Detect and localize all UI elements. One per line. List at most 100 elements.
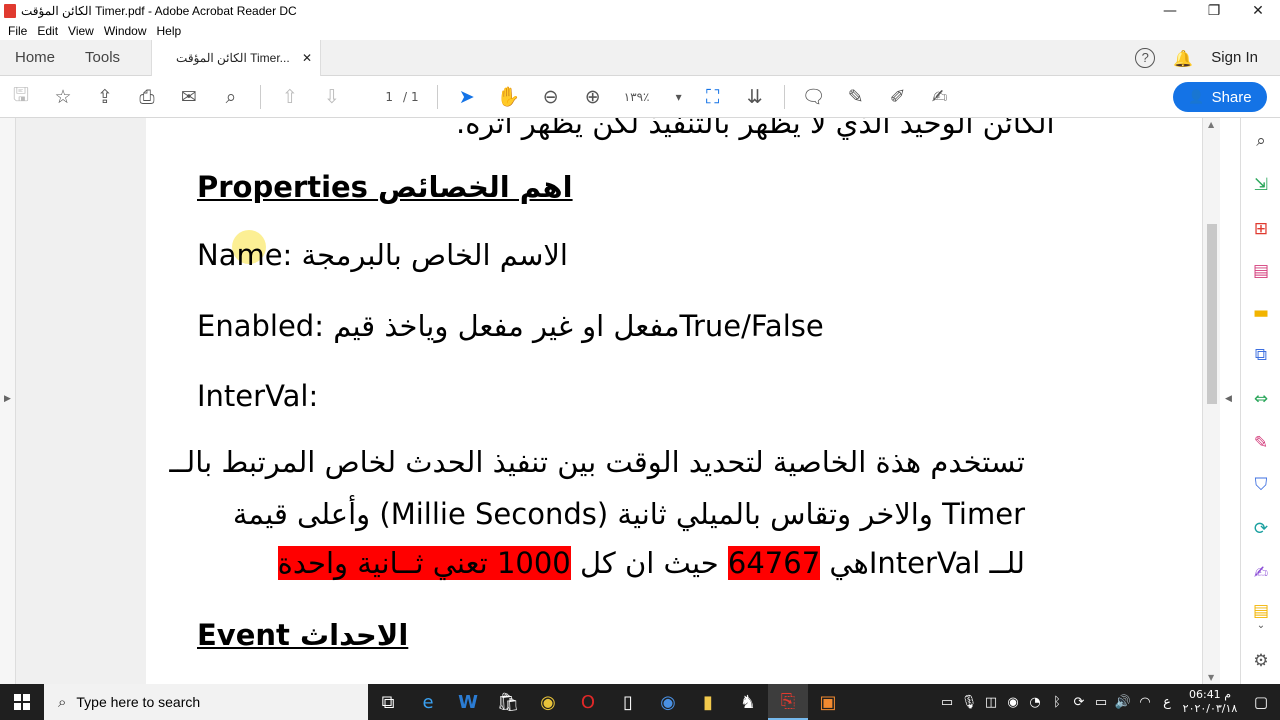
menu-file[interactable]: File [8, 24, 27, 38]
create-pdf-icon[interactable]: ⊞ [1250, 218, 1272, 240]
bluetooth-icon[interactable]: ᛒ [1046, 695, 1068, 710]
sticky-notes-icon[interactable]: ▮ [688, 684, 728, 720]
tray-sync-icon[interactable]: ⟳ [1068, 695, 1090, 710]
edge-browser-icon[interactable]: e [408, 684, 448, 720]
zoom-value: ١٣٩٪ [623, 89, 650, 104]
maximize-button[interactable]: ❐ [1192, 0, 1236, 22]
interval-paragraph-line-2: Timer والاخر وتقاس بالميلي ثانية (Millie… [232, 497, 1025, 531]
share-button[interactable]: 👤 Share [1173, 82, 1267, 112]
window-title: الكائن المؤقت Timer.pdf - Adobe Acrobat … [21, 4, 297, 18]
word-app-icon[interactable]: W [448, 684, 488, 720]
game-app-icon[interactable]: ♞ [728, 684, 768, 720]
chrome-browser-icon[interactable]: ◉ [528, 684, 568, 720]
zoom-out-icon[interactable]: ⊖ [530, 76, 572, 118]
page-number-input[interactable]: 1 [363, 90, 393, 104]
upload-cloud-icon[interactable]: ⇪ [84, 76, 126, 118]
find-zoom-icon[interactable]: ⌕ [1250, 130, 1272, 152]
compress-pdf-icon[interactable]: ⇔ [1250, 388, 1272, 410]
comment-tool-icon[interactable]: ▬ [1250, 302, 1272, 324]
vertical-scrollbar[interactable]: ▲ ▼ [1202, 118, 1220, 684]
notification-center-icon[interactable]: ▢ [1242, 693, 1280, 711]
menu-help[interactable]: Help [157, 24, 182, 38]
sign-in-link[interactable]: Sign In [1211, 49, 1258, 66]
scroll-mode-icon[interactable]: ⇊ [734, 76, 776, 118]
chevron-down-icon: ▾ [675, 89, 682, 104]
bookmark-star-icon[interactable]: ☆ [42, 76, 84, 118]
menu-edit[interactable]: Edit [37, 24, 58, 38]
tray-app-icon[interactable]: ▭ [936, 695, 958, 710]
close-tab-icon[interactable]: ✕ [302, 51, 312, 65]
tab-document[interactable]: الكائن المؤقت Timer... ✕ [151, 39, 322, 76]
taskbar-search-box[interactable]: ⌕ Type here to search [44, 684, 368, 720]
scrollbar-thumb[interactable] [1207, 224, 1217, 404]
help-icon[interactable]: ? [1135, 47, 1156, 68]
clock[interactable]: 06:41 م ٢٠٢٠/٠٣/١٨ [1178, 688, 1242, 716]
volume-icon[interactable]: 🔊 [1112, 695, 1134, 710]
recorder-app-icon[interactable]: ▣ [808, 684, 848, 720]
microphone-icon[interactable]: 🎙 [958, 695, 980, 710]
task-view-icon[interactable]: ⧉ [368, 684, 408, 720]
interval-label: InterVal: [197, 379, 319, 413]
enabled-description: Enabled: مفعل او غير مفعل وياخذ قيم [197, 309, 680, 343]
scroll-down-arrow-icon[interactable]: ▼ [1208, 673, 1214, 682]
zoom-dropdown[interactable]: ١٣٩٪ ▾ [624, 90, 682, 104]
print-icon[interactable]: ⎙ [126, 76, 168, 118]
acrobat-reader-taskbar-icon[interactable]: ⎘ [768, 684, 808, 720]
select-cursor-icon[interactable]: ➤ [446, 76, 488, 118]
document-viewport[interactable]: الكائن الوحيد الذي لا يظهر بالتنفيذ لكن … [16, 118, 1202, 684]
start-button[interactable] [0, 684, 44, 720]
comment-icon[interactable]: 🗨 [793, 76, 835, 118]
tray-browser-icon[interactable]: ◔ [1024, 695, 1046, 710]
system-tray: ▭ 🎙 ◫ ◉ ◔ ᛒ ⟳ ▭ 🔊 ◠ ع 06:41 م ٢٠٢٠/٠٣/١٨… [936, 684, 1280, 720]
chrome-profile-icon[interactable]: ◉ [648, 684, 688, 720]
store-app-icon[interactable]: 🛍 [488, 684, 528, 720]
menu-view[interactable]: View [68, 24, 94, 38]
combine-files-icon[interactable]: ⧉ [1250, 344, 1272, 366]
notification-bell-icon[interactable]: 🔔 [1173, 49, 1193, 68]
fill-sign-tool-icon[interactable]: ✎ [1250, 432, 1272, 454]
customize-panel-icon[interactable]: ⚙ [1250, 650, 1272, 672]
protect-shield-icon[interactable]: ⛉ [1250, 474, 1272, 496]
minimize-button[interactable]: — [1148, 0, 1192, 22]
right-pane-toggle[interactable]: ◀ [1220, 118, 1240, 684]
toolbar-divider [783, 84, 785, 109]
panel-scroll-down-icon[interactable]: ⌄ [1250, 614, 1272, 636]
battery-icon[interactable]: ▭ [1090, 695, 1112, 710]
scroll-up-arrow-icon[interactable]: ▲ [1208, 120, 1214, 129]
email-icon[interactable]: ✉ [168, 76, 210, 118]
title-bar: الكائن المؤقت Timer.pdf - Adobe Acrobat … [0, 0, 1280, 22]
save-icon[interactable]: 🖫 [0, 76, 42, 118]
close-window-button[interactable]: ✕ [1236, 0, 1280, 22]
tab-tools[interactable]: Tools [70, 40, 135, 76]
hand-tool-icon[interactable]: ✋ [488, 76, 530, 118]
menu-window[interactable]: Window [104, 24, 147, 38]
taskbar-search-placeholder: Type here to search [76, 694, 201, 710]
collapse-left-icon: ◀ [1225, 394, 1232, 404]
next-page-icon[interactable]: ⇩ [311, 76, 353, 118]
tab-home[interactable]: Home [0, 40, 70, 76]
left-pane-toggle[interactable]: ▶ [0, 118, 16, 684]
screen-capture-icon[interactable]: ◫ [980, 695, 1002, 710]
request-signature-icon[interactable]: ✍ [1250, 562, 1272, 584]
camera-icon[interactable]: ◉ [1002, 695, 1024, 710]
doc-line-top: الكائن الوحيد الذي لا يظهر بالتنفيذ لكن … [456, 118, 1055, 140]
toolbar-divider [260, 84, 261, 109]
organize-pages-icon[interactable]: ▤ [1250, 260, 1272, 282]
windows-taskbar: ⌕ Type here to search ⧉ e W 🛍 ◉ O ▯ ◉ ▮ … [0, 684, 1280, 720]
file-app-icon[interactable]: ▯ [608, 684, 648, 720]
wifi-icon[interactable]: ◠ [1134, 695, 1156, 710]
fill-sign-icon[interactable]: ✍ [919, 76, 961, 118]
export-pdf-icon[interactable]: ⇲ [1250, 174, 1272, 196]
clock-date: ٢٠٢٠/٠٣/١٨ [1182, 702, 1238, 715]
send-for-review-icon[interactable]: ⟳ [1250, 518, 1272, 540]
input-language-indicator[interactable]: ع [1156, 695, 1178, 710]
opera-browser-icon[interactable]: O [568, 684, 608, 720]
zoom-in-icon[interactable]: ⊕ [572, 76, 614, 118]
fit-page-icon[interactable]: ⛶ [692, 76, 734, 118]
previous-page-icon[interactable]: ⇧ [269, 76, 311, 118]
toolbar: 🖫 ☆ ⇪ ⎙ ✉ ⌕ ⇧ ⇩ 1 / 1 ➤ ✋ ⊖ ⊕ ١٣٩٪ ▾ ⛶ ⇊… [0, 76, 1280, 118]
highlight-pen-icon[interactable]: ✎ [835, 76, 877, 118]
search-icon[interactable]: ⌕ [210, 76, 252, 118]
event-heading: Event الاحداث [197, 618, 409, 652]
draw-icon[interactable]: ✐ [877, 76, 919, 118]
